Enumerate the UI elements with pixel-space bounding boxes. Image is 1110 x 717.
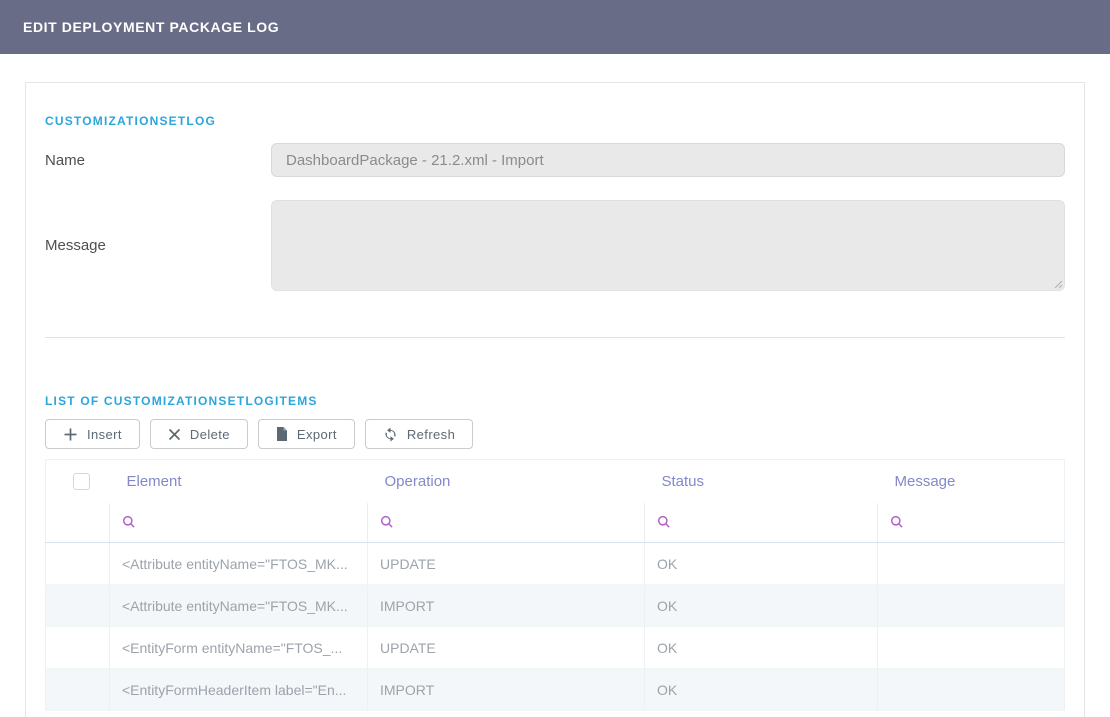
refresh-icon: [383, 427, 398, 442]
filter-input-message[interactable]: [878, 503, 1065, 543]
cell-message: [878, 543, 1065, 585]
cell-status: OK: [645, 585, 878, 627]
export-button[interactable]: Export: [258, 419, 355, 449]
cell-element: <Attribute entityName="FTOS_MK...: [110, 585, 368, 627]
cell-operation: IMPORT: [368, 585, 645, 627]
page-header: EDIT DEPLOYMENT PACKAGE LOG: [0, 0, 1110, 54]
insert-button-label: Insert: [87, 427, 122, 442]
table-row[interactable]: <Attribute entityName="FTOS_MK... IMPORT…: [46, 585, 1065, 627]
filter-input-status[interactable]: [645, 503, 878, 543]
cell-operation: UPDATE: [368, 543, 645, 585]
delete-button-label: Delete: [190, 427, 230, 442]
search-icon: [380, 515, 394, 529]
row-select-cell[interactable]: [46, 543, 110, 585]
section-title-logitems: LIST OF CUSTOMIZATIONSETLOGITEMS: [45, 394, 1065, 408]
row-select-cell[interactable]: [46, 585, 110, 627]
delete-button[interactable]: Delete: [150, 419, 248, 449]
plus-icon: [63, 427, 78, 442]
cell-status: OK: [645, 627, 878, 669]
column-header-status[interactable]: Status: [645, 460, 878, 503]
message-textarea-wrap: [271, 200, 1065, 291]
cell-operation: UPDATE: [368, 627, 645, 669]
message-label: Message: [45, 237, 271, 254]
name-input: [271, 143, 1065, 177]
refresh-button[interactable]: Refresh: [365, 419, 473, 449]
message-field-row: Message: [45, 200, 1065, 291]
cell-operation: IMPORT: [368, 669, 645, 711]
filter-input-operation[interactable]: [368, 503, 645, 543]
logitems-table: Element Operation Status Message: [45, 459, 1065, 711]
cell-status: OK: [645, 543, 878, 585]
column-header-element[interactable]: Element: [110, 460, 368, 503]
cell-element: <EntityForm entityName="FTOS_...: [110, 627, 368, 669]
select-all-checkbox[interactable]: [73, 473, 90, 490]
filter-cell-empty: [46, 503, 110, 543]
insert-button[interactable]: Insert: [45, 419, 140, 449]
cell-element: <EntityFormHeaderItem label="En...: [110, 669, 368, 711]
table-row[interactable]: <Attribute entityName="FTOS_MK... UPDATE…: [46, 543, 1065, 585]
x-icon: [168, 428, 181, 441]
edit-form-panel: CUSTOMIZATIONSETLOG Name Message LIST OF…: [25, 82, 1085, 717]
column-header-operation[interactable]: Operation: [368, 460, 645, 503]
search-icon: [122, 515, 136, 529]
grid-toolbar: Insert Delete Export Refresh: [45, 419, 1065, 449]
refresh-button-label: Refresh: [407, 427, 455, 442]
name-field-row: Name: [45, 143, 1065, 177]
cell-element: <Attribute entityName="FTOS_MK...: [110, 543, 368, 585]
cell-message: [878, 627, 1065, 669]
row-select-cell[interactable]: [46, 627, 110, 669]
filter-input-element[interactable]: [110, 503, 368, 543]
message-textarea[interactable]: [271, 200, 1065, 291]
table-filter-row: [46, 503, 1065, 543]
file-icon: [276, 427, 288, 441]
search-icon: [890, 515, 904, 529]
section-title-customizationsetlog: CUSTOMIZATIONSETLOG: [45, 114, 1065, 128]
section-divider: [45, 337, 1065, 338]
cell-message: [878, 669, 1065, 711]
cell-status: OK: [645, 669, 878, 711]
table-row[interactable]: <EntityForm entityName="FTOS_... UPDATE …: [46, 627, 1065, 669]
table-row[interactable]: <EntityFormHeaderItem label="En... IMPOR…: [46, 669, 1065, 711]
cell-message: [878, 585, 1065, 627]
search-icon: [657, 515, 671, 529]
name-label: Name: [45, 152, 271, 169]
page-title: EDIT DEPLOYMENT PACKAGE LOG: [23, 19, 279, 35]
row-select-cell[interactable]: [46, 669, 110, 711]
export-button-label: Export: [297, 427, 337, 442]
column-header-message[interactable]: Message: [878, 460, 1065, 503]
table-header-row: Element Operation Status Message: [46, 460, 1065, 503]
